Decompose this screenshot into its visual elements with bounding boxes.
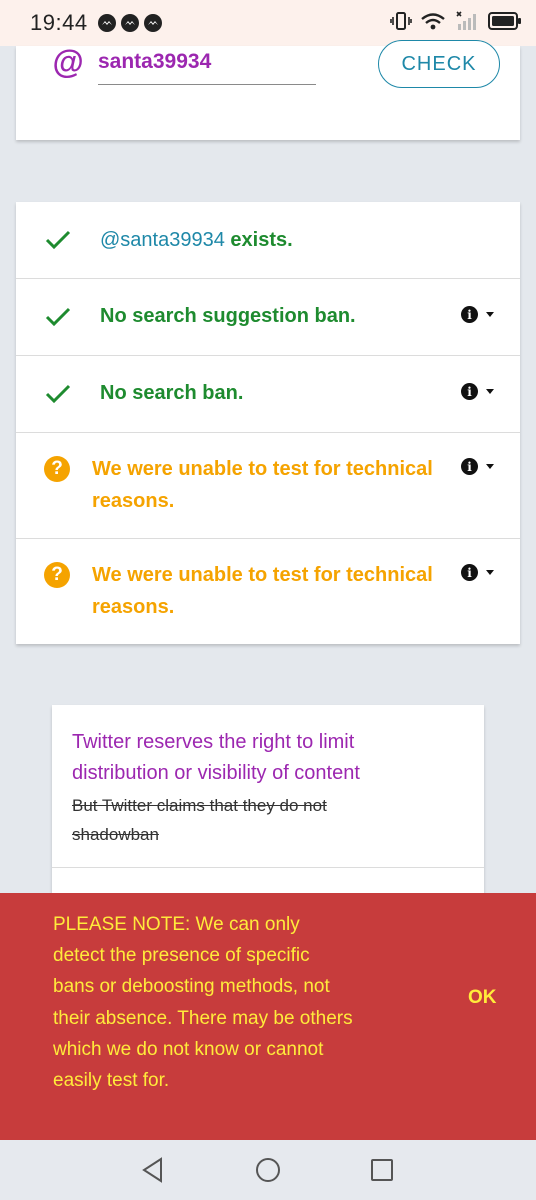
system-icons (390, 10, 522, 32)
result-row-search-ban: No search ban. i (16, 355, 520, 433)
vibrate-icon (390, 12, 412, 30)
username-input[interactable] (98, 40, 316, 85)
result-text: @santa39934 exists. (100, 229, 293, 251)
info-icon: i (461, 564, 478, 581)
info-toggle[interactable]: i (461, 564, 494, 581)
username-link[interactable]: @santa39934 (100, 229, 225, 251)
home-icon[interactable] (254, 1156, 282, 1184)
status-time: 19:44 (30, 10, 88, 35)
messenger-icon (97, 14, 116, 32)
result-row-suggestion-ban: No search suggestion ban. i (16, 278, 520, 356)
policy-card: Twitter reserves the right to limit dist… (52, 705, 484, 905)
search-card: @ CHECK (16, 40, 520, 140)
messenger-icon (120, 14, 139, 32)
check-button[interactable]: CHECK (378, 40, 500, 88)
info-icon: i (461, 458, 478, 475)
dropdown-caret-icon (486, 570, 494, 575)
signal-icon (456, 11, 476, 30)
dropdown-caret-icon (486, 312, 494, 317)
result-text: No search suggestion ban. (100, 305, 356, 327)
info-toggle[interactable]: i (461, 458, 494, 475)
result-text: We were unable to test for technical rea… (92, 564, 433, 618)
info-icon: i (461, 383, 478, 400)
snackbar-message: PLEASE NOTE: We can only detect the pres… (53, 914, 353, 1092)
wifi-icon (421, 13, 445, 30)
notice-snackbar: PLEASE NOTE: We can only detect the pres… (0, 893, 536, 1140)
policy-strikethrough: But Twitter claims that they do not shad… (72, 796, 327, 844)
messenger-icon (143, 14, 162, 32)
info-icon: i (461, 306, 478, 323)
result-row-exists: @santa39934 exists. (16, 202, 520, 279)
result-text: No search ban. (100, 382, 244, 404)
question-icon: ? (44, 562, 70, 588)
ok-button[interactable]: OK (468, 987, 497, 1009)
info-toggle[interactable]: i (461, 383, 494, 400)
dropdown-caret-icon (486, 389, 494, 394)
results-card: @santa39934 exists. No search suggestion… (16, 202, 520, 644)
battery-icon (488, 12, 521, 30)
policy-statement: Twitter reserves the right to limit dist… (72, 731, 360, 784)
info-toggle[interactable]: i (461, 306, 494, 323)
dropdown-caret-icon (486, 464, 494, 469)
recents-icon[interactable] (369, 1156, 395, 1184)
divider (52, 867, 484, 868)
notification-icons (97, 14, 162, 32)
checkmark-icon (45, 230, 71, 250)
result-text: We were unable to test for technical rea… (92, 458, 433, 512)
question-icon: ? (44, 456, 70, 482)
result-row-unknown: ? We were unable to test for technical r… (16, 432, 520, 539)
checkmark-icon (45, 307, 71, 327)
result-row-unknown: ? We were unable to test for technical r… (16, 538, 520, 644)
checkmark-icon (45, 384, 71, 404)
navigation-bar (0, 1140, 536, 1200)
back-icon[interactable] (140, 1156, 166, 1184)
at-icon: @ (52, 44, 84, 80)
